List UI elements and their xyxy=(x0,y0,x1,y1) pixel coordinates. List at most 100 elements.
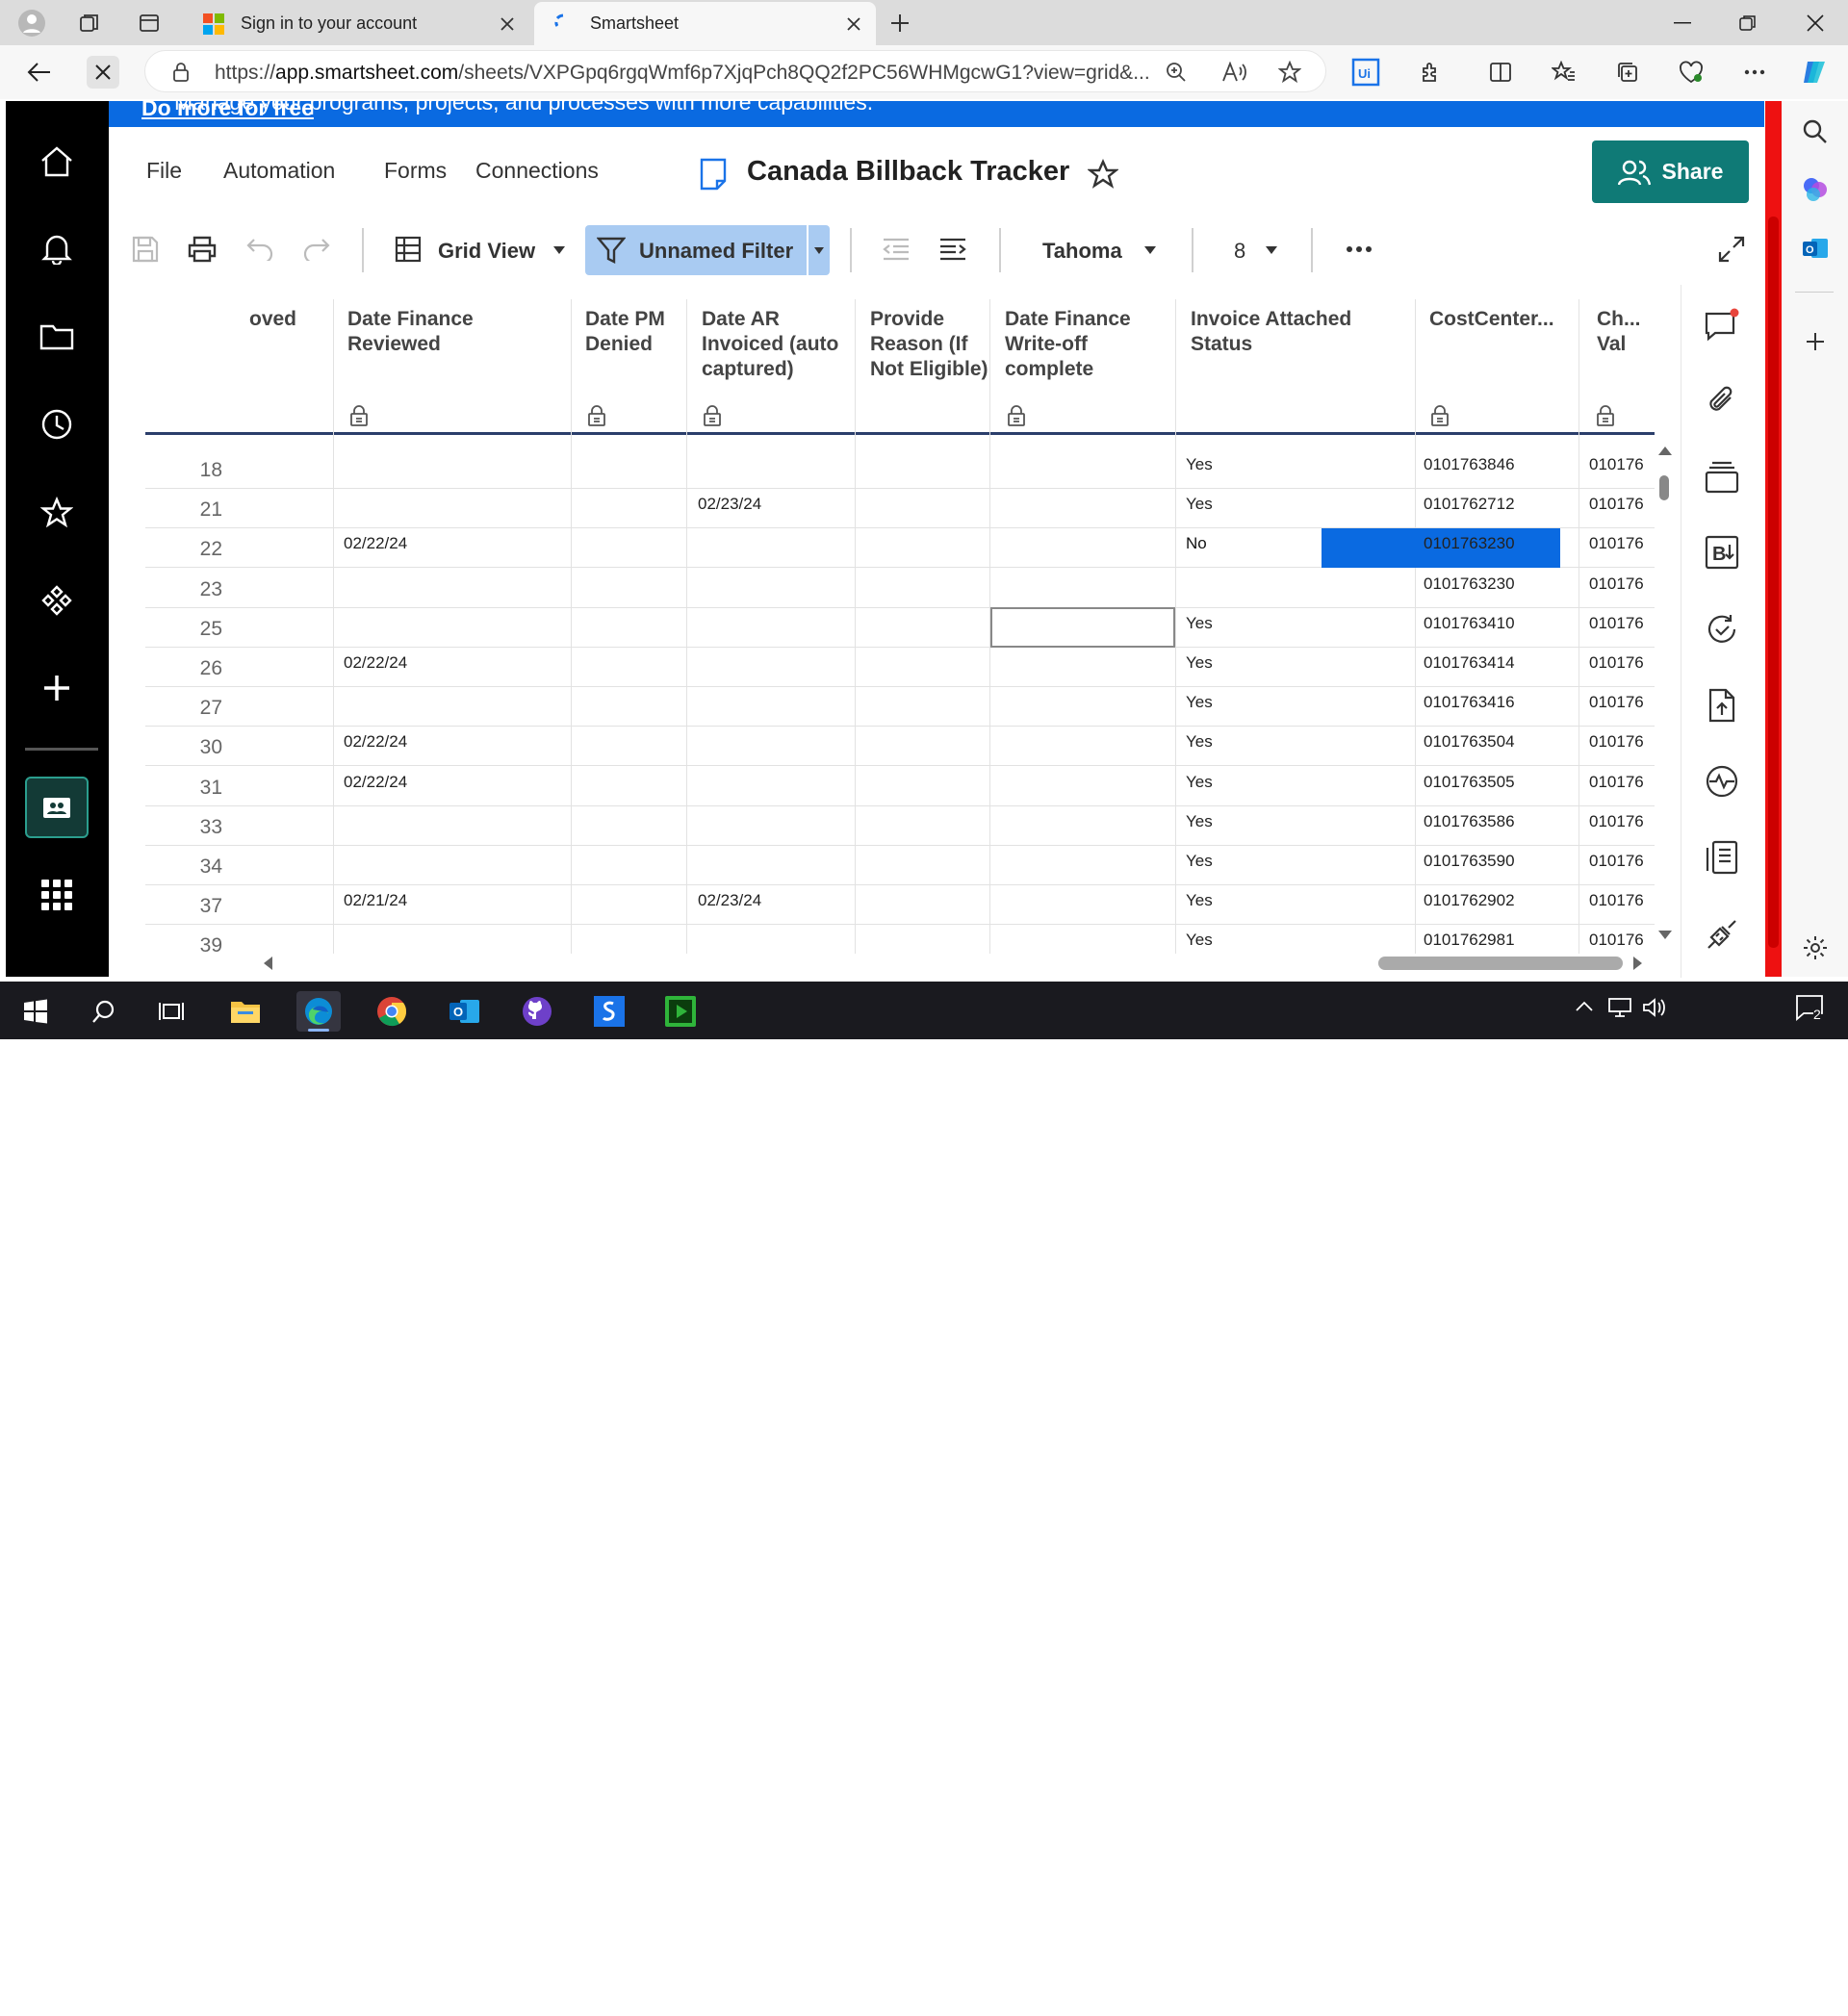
table-row[interactable]: 30 02/22/24 Yes 0101763504 010176 xyxy=(145,727,1655,767)
cell-ch-val[interactable]: 010176 xyxy=(1589,455,1644,474)
forms-panel-icon[interactable] xyxy=(1702,837,1742,878)
cell-date-finance-reviewed[interactable]: 02/22/24 xyxy=(344,773,407,792)
page-scrollbar[interactable] xyxy=(1765,101,1782,977)
cell-invoice-status[interactable]: Yes xyxy=(1186,852,1213,871)
notification-center-icon[interactable]: 2 xyxy=(1794,993,1833,1030)
windows-start-icon[interactable] xyxy=(13,991,58,1032)
cell-date-finance-reviewed[interactable]: 02/22/24 xyxy=(344,653,407,673)
cell-cost-center[interactable]: 0101763505 xyxy=(1424,773,1515,792)
cell-ch-val[interactable]: 010176 xyxy=(1589,931,1644,950)
cell-cost-center[interactable]: 0101763410 xyxy=(1424,614,1515,633)
row-number: 25 xyxy=(199,617,222,640)
cell-cost-center[interactable]: 0101762712 xyxy=(1424,495,1515,514)
table-row[interactable]: 21 02/23/24 Yes 0101762712 010176 xyxy=(145,489,1655,529)
cell-cost-center[interactable]: 0101763590 xyxy=(1424,852,1515,871)
cell-cost-center[interactable]: 0101763230 xyxy=(1424,534,1515,553)
cell-ch-val[interactable]: 010176 xyxy=(1589,495,1644,514)
copilot-sidebar-icon[interactable] xyxy=(1798,172,1833,207)
cell-cost-center[interactable]: 0101763504 xyxy=(1424,732,1515,752)
search-icon[interactable] xyxy=(1798,115,1833,149)
table-row[interactable]: 34 Yes 0101763590 010176 xyxy=(145,846,1655,885)
comments-icon[interactable] xyxy=(1702,305,1742,345)
cell-invoice-status[interactable]: Yes xyxy=(1186,931,1213,950)
cell-ch-val[interactable]: 010176 xyxy=(1589,891,1644,910)
cell-ch-val[interactable]: 010176 xyxy=(1589,653,1644,673)
table-row[interactable]: 23 0101763230 010176 xyxy=(145,569,1655,608)
table-row[interactable]: 27 Yes 0101763416 010176 xyxy=(145,687,1655,727)
outlook-icon[interactable]: O xyxy=(1798,231,1833,266)
vertical-scrollbar-thumb[interactable] xyxy=(1659,475,1669,500)
cell-date-finance-reviewed[interactable]: 02/22/24 xyxy=(344,534,407,553)
summary-pulse-icon[interactable] xyxy=(1702,761,1742,802)
cell-cost-center[interactable]: 0101763586 xyxy=(1424,812,1515,831)
cell-ch-val[interactable]: 010176 xyxy=(1589,773,1644,792)
table-row[interactable]: 37 02/21/24 02/23/24 Yes 0101762902 010176 xyxy=(145,885,1655,926)
add-sidebar-app-icon[interactable] xyxy=(1798,324,1833,359)
scroll-down-icon[interactable] xyxy=(1657,930,1673,941)
cell-ch-val[interactable]: 010176 xyxy=(1589,574,1644,594)
dynamic-view-icon[interactable]: B xyxy=(1702,532,1742,573)
cell-cost-center[interactable]: 0101763230 xyxy=(1424,574,1515,594)
connector-plug-icon[interactable] xyxy=(1702,914,1742,955)
cell-cost-center[interactable]: 0101762902 xyxy=(1424,891,1515,910)
cell-date-ar-invoiced[interactable]: 02/23/24 xyxy=(698,495,761,514)
cell-date-ar-invoiced[interactable]: 02/23/24 xyxy=(698,891,761,910)
cell-cost-center[interactable]: 0101763414 xyxy=(1424,653,1515,673)
github-desktop-icon[interactable] xyxy=(515,991,559,1032)
volume-icon[interactable] xyxy=(1642,997,1667,1018)
table-row[interactable]: 31 02/22/24 Yes 0101763505 010176 xyxy=(145,767,1655,806)
task-view-icon[interactable] xyxy=(149,991,193,1032)
publish-icon[interactable] xyxy=(1702,685,1742,726)
cell-date-finance-reviewed[interactable]: 02/22/24 xyxy=(344,732,407,752)
cell-ch-val[interactable]: 010176 xyxy=(1589,812,1644,831)
sidebar-settings-icon[interactable] xyxy=(1798,931,1833,965)
page-scrollbar-thumb[interactable] xyxy=(1768,217,1779,948)
cell-ch-val[interactable]: 010176 xyxy=(1589,852,1644,871)
activity-log-icon[interactable] xyxy=(1702,609,1742,650)
cell-invoice-status[interactable]: Yes xyxy=(1186,455,1213,474)
media-player-icon[interactable] xyxy=(658,991,703,1032)
chrome-icon[interactable] xyxy=(370,991,414,1032)
cell-cost-center[interactable]: 0101763416 xyxy=(1424,693,1515,712)
table-row[interactable]: 26 02/22/24 Yes 0101763414 010176 xyxy=(145,648,1655,687)
proofs-icon[interactable] xyxy=(1702,457,1742,498)
grid-body: 18 Yes 0101763846 010176 21 02/23/24 Yes 010176… xyxy=(0,0,1848,954)
cell-invoice-status[interactable]: Yes xyxy=(1186,614,1213,633)
edge-taskbar-icon[interactable] xyxy=(296,991,341,1032)
cell-invoice-status[interactable]: No xyxy=(1186,534,1207,553)
table-row[interactable]: 25 Yes 0101763410 010176 xyxy=(145,608,1655,648)
row-number: 26 xyxy=(199,657,222,679)
scroll-right-icon[interactable] xyxy=(1632,956,1644,971)
cell-invoice-status[interactable]: Yes xyxy=(1186,812,1213,831)
table-row[interactable]: 18 Yes 0101763846 010176 xyxy=(145,449,1655,489)
table-row[interactable]: 33 Yes 0101763586 010176 xyxy=(145,806,1655,846)
horizontal-scrollbar-thumb[interactable] xyxy=(1378,957,1623,970)
cell-invoice-status[interactable]: Yes xyxy=(1186,693,1213,712)
cell-invoice-status[interactable]: Yes xyxy=(1186,732,1213,752)
cell-ch-val[interactable]: 010176 xyxy=(1589,732,1644,752)
cell-date-finance-reviewed[interactable]: 02/21/24 xyxy=(344,891,407,910)
taskbar-search-icon[interactable] xyxy=(82,991,126,1032)
cell-cost-center[interactable]: 0101762981 xyxy=(1424,931,1515,950)
cell-ch-val[interactable]: 010176 xyxy=(1589,614,1644,633)
table-row[interactable]: 39 Yes 0101762981 010176 xyxy=(145,925,1655,954)
cell-invoice-status[interactable]: Yes xyxy=(1186,495,1213,514)
cell-invoice-status[interactable]: Yes xyxy=(1186,653,1213,673)
system-clock[interactable]: 9:11 AM 2/27/2024 xyxy=(1681,1968,1786,2016)
cell-invoice-status[interactable]: Yes xyxy=(1186,891,1213,910)
table-row[interactable]: 22 02/22/24 No 0101763230 010176 xyxy=(145,528,1655,569)
cell-ch-val[interactable]: 010176 xyxy=(1589,534,1644,553)
smartsheet-app-icon[interactable] xyxy=(587,991,631,1032)
file-explorer-icon[interactable] xyxy=(223,991,268,1032)
active-cell[interactable] xyxy=(990,607,1175,648)
cell-invoice-status[interactable]: Yes xyxy=(1186,773,1213,792)
scroll-left-icon[interactable] xyxy=(262,956,273,971)
row-number: 33 xyxy=(199,815,222,838)
cell-cost-center[interactable]: 0101763846 xyxy=(1424,455,1515,474)
show-hidden-icons-icon[interactable] xyxy=(1575,1001,1594,1012)
network-icon[interactable] xyxy=(1607,997,1632,1018)
cell-ch-val[interactable]: 010176 xyxy=(1589,693,1644,712)
scroll-up-icon[interactable] xyxy=(1657,445,1673,456)
outlook-taskbar-icon[interactable]: O xyxy=(443,991,487,1032)
attachments-icon[interactable] xyxy=(1702,381,1742,421)
